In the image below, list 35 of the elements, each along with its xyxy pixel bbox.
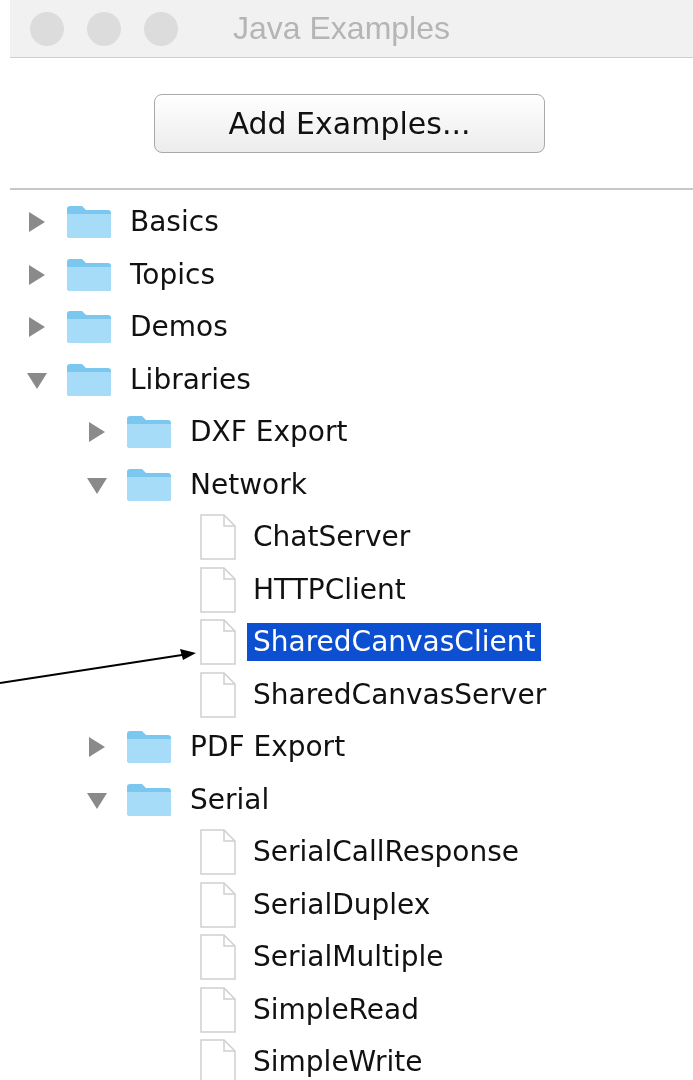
tree-item[interactable]: Network: [184, 465, 313, 504]
folder-icon: [126, 782, 172, 817]
folder-icon: [66, 362, 112, 397]
folder-icon: [66, 257, 112, 292]
folder-icon: [126, 415, 172, 450]
document-icon: [200, 671, 236, 718]
tree-item[interactable]: SharedCanvasServer: [247, 675, 553, 714]
document-icon: [200, 829, 236, 876]
tree-item[interactable]: SharedCanvasClient: [247, 623, 542, 662]
tree-item[interactable]: DXF Export: [184, 413, 354, 452]
tree-item[interactable]: Basics: [124, 203, 225, 242]
tree-item[interactable]: HTTPClient: [247, 570, 412, 609]
tree-item[interactable]: ChatServer: [247, 518, 417, 557]
document-icon: [200, 514, 236, 561]
tree-item[interactable]: SimpleRead: [247, 990, 425, 1029]
add-examples-button[interactable]: Add Examples...: [154, 93, 545, 153]
tree-item[interactable]: Topics: [124, 255, 221, 294]
document-icon: [200, 881, 236, 928]
folder-icon: [126, 730, 172, 765]
document-icon: [200, 566, 236, 613]
tree-item[interactable]: Serial: [184, 780, 276, 819]
tree-item[interactable]: SerialMultiple: [247, 938, 450, 977]
tree-item[interactable]: SerialDuplex: [247, 885, 437, 924]
tree-item[interactable]: Libraries: [124, 360, 257, 399]
document-icon: [200, 619, 236, 666]
tree-item[interactable]: SerialCallResponse: [247, 833, 525, 872]
document-icon: [200, 934, 236, 981]
tree-item[interactable]: Demos: [124, 308, 234, 347]
window-title: Java Examples: [233, 10, 450, 47]
document-icon: [200, 986, 236, 1033]
folder-icon: [126, 467, 172, 502]
tree-item[interactable]: SimpleWrite: [247, 1043, 429, 1080]
tree-item[interactable]: PDF Export: [184, 728, 352, 767]
folder-icon: [66, 310, 112, 345]
folder-icon: [66, 205, 112, 240]
